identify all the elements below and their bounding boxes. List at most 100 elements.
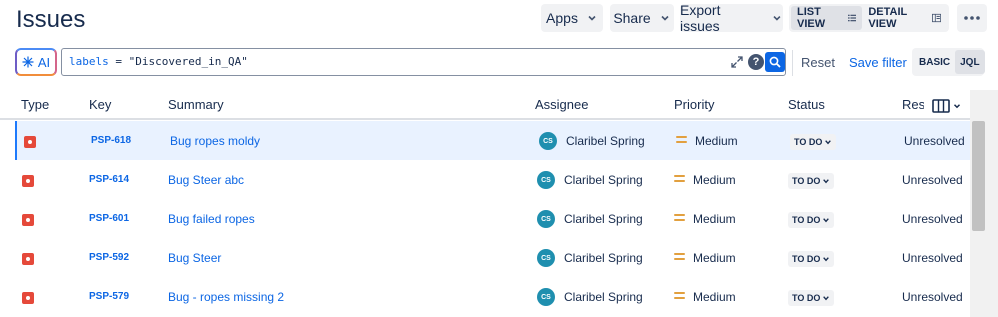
column-header-key[interactable]: Key <box>89 97 111 112</box>
expand-icon[interactable] <box>730 55 744 69</box>
apps-button[interactable]: Apps <box>541 4 603 32</box>
query-value: = "Discovered_in_QA" <box>108 55 248 68</box>
resolution-label: Unresolved <box>904 134 965 148</box>
search-icon <box>769 56 781 68</box>
issue-summary-link[interactable]: Bug Steer abc <box>168 173 244 187</box>
basic-mode-button[interactable]: BASIC <box>914 50 955 74</box>
priority-label: Medium <box>693 251 736 265</box>
bug-icon <box>24 136 36 148</box>
avatar[interactable]: CS <box>537 249 555 267</box>
status-label: TO DO <box>792 293 821 303</box>
share-button[interactable]: Share <box>610 4 674 32</box>
assignee-name[interactable]: Claribel Spring <box>566 134 645 148</box>
status-dropdown[interactable]: TO DO <box>790 134 837 150</box>
resolution-label: Unresolved <box>902 212 963 226</box>
view-toggle: LIST VIEW DETAIL VIEW <box>789 4 949 32</box>
table-row[interactable]: PSP-579 Bug - ropes missing 2 CS Claribel S… <box>15 277 970 316</box>
assignee-name[interactable]: Claribel Spring <box>564 290 643 304</box>
issue-summary-link[interactable]: Bug failed ropes <box>168 212 255 226</box>
save-filter-button[interactable]: Save filter <box>849 55 907 70</box>
issue-summary-link[interactable]: Bug ropes moldy <box>170 134 260 148</box>
column-header-priority[interactable]: Priority <box>674 97 714 112</box>
table-header: Type Key Summary Assignee Priority Statu… <box>0 90 970 120</box>
status-dropdown[interactable]: TO DO <box>788 251 835 267</box>
more-icon <box>964 16 980 20</box>
search-button[interactable] <box>765 52 785 72</box>
avatar[interactable]: CS <box>537 210 555 228</box>
priority-medium-icon <box>674 214 685 222</box>
bug-icon <box>22 214 34 226</box>
issue-key-link[interactable]: PSP-601 <box>89 213 129 224</box>
status-label: TO DO <box>794 137 823 147</box>
column-header-type[interactable]: Type <box>21 97 49 112</box>
detail-view-button[interactable]: DETAIL VIEW <box>862 6 947 30</box>
column-header-summary[interactable]: Summary <box>168 97 224 112</box>
avatar[interactable]: CS <box>537 288 555 306</box>
column-header-assignee[interactable]: Assignee <box>535 97 588 112</box>
column-header-status[interactable]: Status <box>788 97 825 112</box>
more-actions-button[interactable] <box>957 4 987 32</box>
priority-label: Medium <box>693 290 736 304</box>
list-view-button[interactable]: LIST VIEW <box>791 6 863 30</box>
avatar[interactable]: CS <box>537 171 555 189</box>
detail-view-label: DETAIL VIEW <box>868 6 908 30</box>
status-label: TO DO <box>792 215 821 225</box>
column-picker-button[interactable] <box>932 97 964 115</box>
assignee-name[interactable]: Claribel Spring <box>564 173 643 187</box>
share-label: Share <box>613 10 651 26</box>
chevron-down-icon <box>823 179 830 184</box>
export-issues-button[interactable]: Export issues <box>680 2 783 34</box>
priority-medium-icon <box>674 175 685 183</box>
priority-label: Medium <box>695 134 738 148</box>
issue-key-link[interactable]: PSP-618 <box>91 135 131 146</box>
bug-icon <box>22 292 34 304</box>
issue-summary-link[interactable]: Bug Steer <box>168 251 221 265</box>
table-row[interactable]: PSP-601 Bug failed ropes CS Claribel Spring… <box>15 199 970 238</box>
jql-search-input[interactable]: labels = "Discovered_in_QA" ? <box>61 48 786 76</box>
search-mode-toggle: BASIC JQL <box>912 48 985 76</box>
jql-mode-button[interactable]: JQL <box>955 50 985 74</box>
status-dropdown[interactable]: TO DO <box>788 290 835 306</box>
status-label: TO DO <box>792 176 821 186</box>
priority-medium-icon <box>674 292 685 300</box>
issue-key-link[interactable]: PSP-592 <box>89 252 129 263</box>
bug-icon <box>22 175 34 187</box>
bug-icon <box>22 253 34 265</box>
column-header-resolution[interactable]: Reso <box>902 97 924 112</box>
chevron-down-icon <box>661 15 669 21</box>
assignee-name[interactable]: Claribel Spring <box>564 251 643 265</box>
table-row[interactable]: PSP-592 Bug Steer CS Claribel Spring Medium T… <box>15 238 970 277</box>
chevron-down-icon <box>588 15 596 21</box>
ai-label: AI <box>37 54 51 70</box>
chevron-down-icon <box>825 140 832 145</box>
avatar[interactable]: CS <box>539 132 557 150</box>
page-title: Issues <box>16 6 86 33</box>
table-row[interactable]: PSP-618 Bug ropes moldy CS Claribel Spring M… <box>15 121 970 160</box>
divider <box>792 50 793 76</box>
help-icon[interactable]: ? <box>748 54 764 70</box>
export-label: Export issues <box>680 2 721 34</box>
priority-label: Medium <box>693 212 736 226</box>
status-dropdown[interactable]: TO DO <box>788 212 835 228</box>
chevron-down-icon <box>823 257 830 262</box>
query-field: labels <box>69 55 109 68</box>
ai-button[interactable]: AI <box>15 48 57 76</box>
issue-summary-link[interactable]: Bug - ropes missing 2 <box>168 290 284 304</box>
priority-medium-icon <box>676 136 687 144</box>
issue-key-link[interactable]: PSP-614 <box>89 174 129 185</box>
chevron-down-icon <box>953 104 961 109</box>
assignee-name[interactable]: Claribel Spring <box>564 212 643 226</box>
resolution-label: Unresolved <box>902 251 963 265</box>
status-label: TO DO <box>792 254 821 264</box>
chevron-down-icon <box>823 296 830 301</box>
resolution-label: Unresolved <box>902 173 963 187</box>
issue-key-link[interactable]: PSP-579 <box>89 291 129 302</box>
scrollbar-thumb[interactable] <box>972 121 985 231</box>
table-row[interactable]: PSP-614 Bug Steer abc CS Claribel Spring Med… <box>15 160 970 199</box>
chevron-down-icon <box>823 218 830 223</box>
apps-label: Apps <box>546 10 578 26</box>
resolution-label: Unresolved <box>902 290 963 304</box>
reset-button[interactable]: Reset <box>801 55 835 70</box>
status-dropdown[interactable]: TO DO <box>788 173 835 189</box>
jql-query[interactable]: labels = "Discovered_in_QA" <box>69 55 248 68</box>
